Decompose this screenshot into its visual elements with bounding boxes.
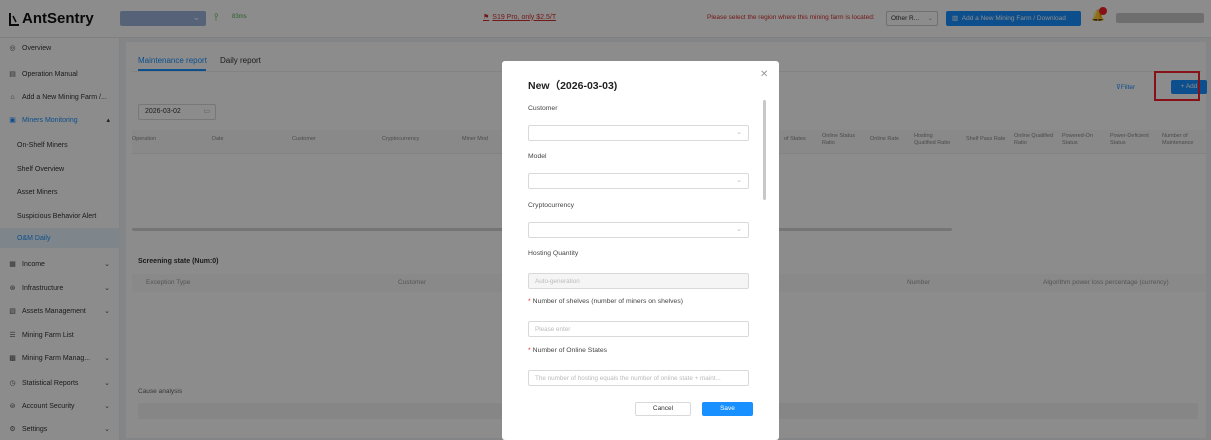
cancel-button[interactable]: Cancel bbox=[635, 402, 691, 416]
hosting-quantity-field: Auto-generation bbox=[528, 273, 749, 289]
chevron-down-icon: ⌄ bbox=[736, 129, 742, 136]
close-icon[interactable]: ✕ bbox=[760, 69, 768, 80]
model-select[interactable]: ⌄ bbox=[528, 173, 749, 189]
shelves-label: * Number of shelves (number of miners on … bbox=[528, 298, 683, 305]
dialog-title: New（2026-03-03) bbox=[528, 80, 618, 92]
online-states-label-text: Number of Online States bbox=[532, 347, 608, 354]
hosting-quantity-label: Hosting Quantity bbox=[528, 250, 579, 257]
customer-label: Customer bbox=[528, 105, 558, 112]
new-record-dialog: New（2026-03-03) ✕ Customer ⌄ Model ⌄ Cry… bbox=[502, 61, 779, 440]
dialog-scrollbar[interactable] bbox=[763, 100, 766, 200]
model-label: Model bbox=[528, 153, 547, 160]
cryptocurrency-select[interactable]: ⌄ bbox=[528, 222, 749, 238]
online-states-label: * Number of Online States bbox=[528, 347, 607, 354]
required-marker: * bbox=[528, 298, 531, 305]
required-marker: * bbox=[528, 347, 531, 354]
shelves-input[interactable]: Please enter bbox=[528, 321, 749, 337]
save-button[interactable]: Save bbox=[702, 402, 753, 416]
chevron-down-icon: ⌄ bbox=[736, 226, 742, 233]
shelves-label-text: Number of shelves (number of miners on s… bbox=[532, 298, 684, 305]
cryptocurrency-label: Cryptocurrency bbox=[528, 202, 575, 209]
chevron-down-icon: ⌄ bbox=[736, 177, 742, 184]
online-states-input[interactable]: The number of hosting equals the number … bbox=[528, 370, 749, 386]
customer-select[interactable]: ⌄ bbox=[528, 125, 749, 141]
